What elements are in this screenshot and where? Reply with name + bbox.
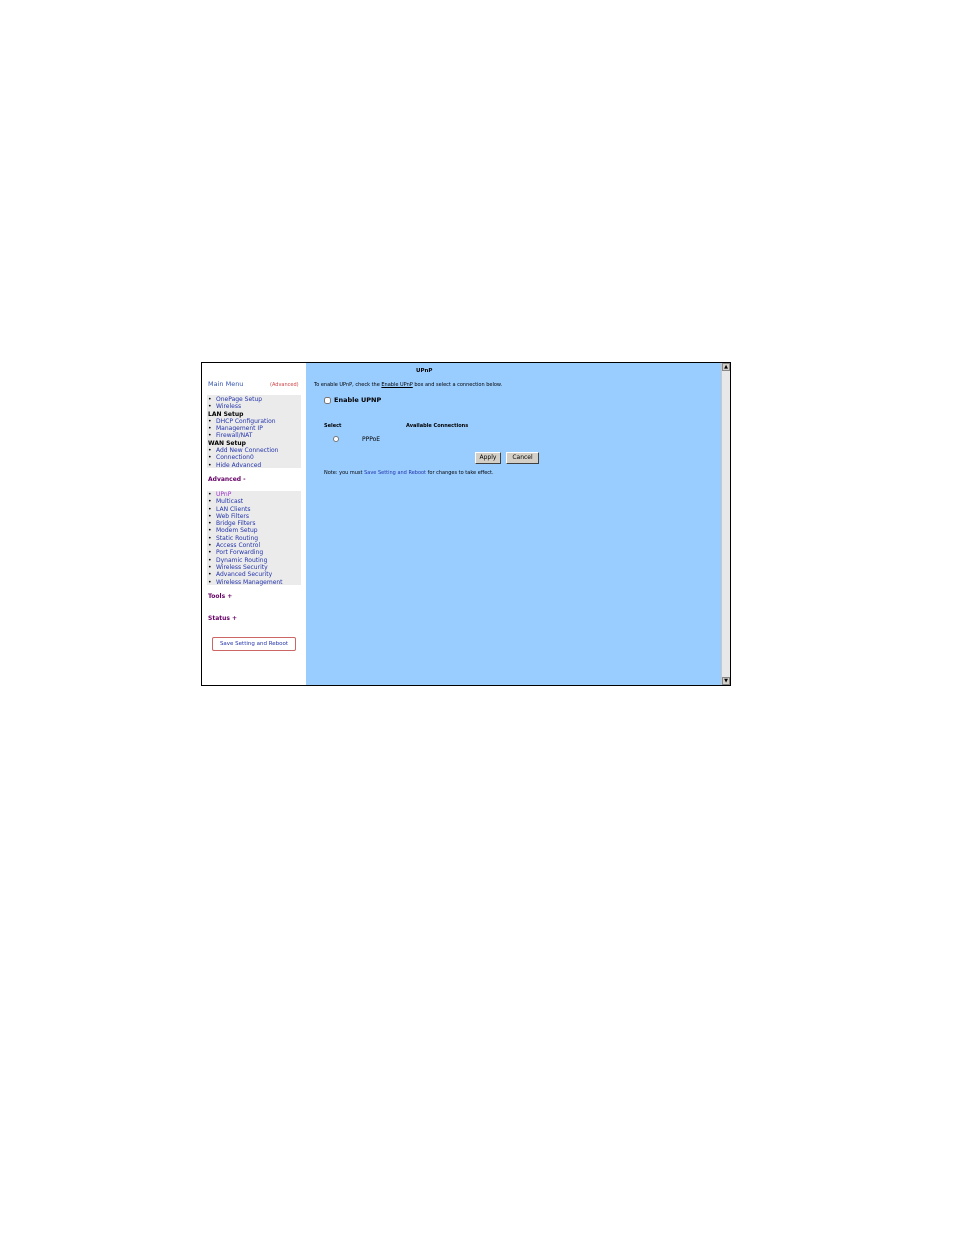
enable-upnp-label: Enable UPNP xyxy=(334,396,382,404)
advanced-link[interactable]: (Advanced) xyxy=(270,382,299,389)
page-title: UPnP xyxy=(416,368,433,374)
sidebar-item-bridge-filters[interactable]: Bridge Filters xyxy=(207,520,283,528)
scroll-up-icon[interactable]: ▲ xyxy=(722,363,730,371)
tools-section-toggle[interactable]: Tools + xyxy=(208,593,232,600)
sidebar-item-access-control[interactable]: Access Control xyxy=(207,542,283,550)
upnp-content-panel: UPnP To enable UPnP, check the Enable UP… xyxy=(306,363,722,685)
note-post: for changes to take effect. xyxy=(426,470,494,476)
sidebar-item-wireless-security[interactable]: Wireless Security xyxy=(207,564,283,572)
pppoe-radio[interactable] xyxy=(333,436,339,442)
sidebar-item-static-routing[interactable]: Static Routing xyxy=(207,535,283,543)
advanced-menu-list: UPnPMulticastLAN ClientsWeb FiltersBridg… xyxy=(207,491,283,586)
status-section-toggle[interactable]: Status + xyxy=(208,615,237,622)
sidebar-item-advanced-security[interactable]: Advanced Security xyxy=(207,571,283,579)
sidebar-item-web-filters[interactable]: Web Filters xyxy=(207,513,283,521)
instructions-text: To enable UPnP, check the Enable UPnP bo… xyxy=(314,382,502,389)
apply-button[interactable]: Apply xyxy=(475,452,501,464)
sidebar-item-multicast[interactable]: Multicast xyxy=(207,498,283,506)
connection-name: PPPoE xyxy=(362,436,381,443)
sidebar-item-firewall-nat[interactable]: Firewall/NAT xyxy=(207,432,278,440)
sidebar-item-wireless[interactable]: Wireless xyxy=(207,403,278,411)
sidebar-item-lan-clients[interactable]: LAN Clients xyxy=(207,506,283,514)
instructions-pre: To enable UPnP, check the xyxy=(314,382,382,388)
main-menu-link[interactable]: Main Menu xyxy=(208,381,243,388)
sidebar: Main Menu (Advanced) OnePage SetupWirele… xyxy=(202,363,306,685)
sidebar-item-dhcp-configuration[interactable]: DHCP Configuration xyxy=(207,418,278,426)
sidebar-item-port-forwarding[interactable]: Port Forwarding xyxy=(207,549,283,557)
advanced-section-toggle[interactable]: Advanced - xyxy=(208,476,246,483)
sidebar-item-onepage-setup[interactable]: OnePage Setup xyxy=(207,396,278,404)
enable-upnp-reference: Enable UPnP xyxy=(381,382,413,388)
sidebar-item-add-new-connection[interactable]: Add New Connection xyxy=(207,447,278,455)
enable-upnp-checkbox[interactable] xyxy=(324,397,331,404)
sidebar-item-hide-advanced[interactable]: Hide Advanced xyxy=(207,462,278,470)
sidebar-item-dynamic-routing[interactable]: Dynamic Routing xyxy=(207,557,283,565)
available-connections-header: Available Connections xyxy=(406,423,469,429)
sidebar-item-connection0[interactable]: Connection0 xyxy=(207,454,278,462)
save-reboot-link[interactable]: Save Setting and Reboot xyxy=(364,470,426,476)
sidebar-item-upnp[interactable]: UPnP xyxy=(207,491,283,499)
browser-frame: Main Menu (Advanced) OnePage SetupWirele… xyxy=(201,362,731,686)
basic-menu-list: OnePage SetupWirelessLAN SetupDHCP Confi… xyxy=(207,396,278,469)
menu-heading: LAN Setup xyxy=(208,410,244,418)
note-text: Note: you must Save Setting and Reboot f… xyxy=(324,470,494,477)
instructions-post: box and select a connection below. xyxy=(412,382,503,388)
menu-heading: WAN Setup xyxy=(208,439,246,447)
vertical-scrollbar[interactable]: ▲ ▼ xyxy=(721,363,730,685)
note-pre: Note: you must xyxy=(324,470,365,476)
sidebar-item-wireless-management[interactable]: Wireless Management xyxy=(207,579,283,587)
scroll-down-icon[interactable]: ▼ xyxy=(722,677,730,685)
save-setting-reboot-button[interactable]: Save Setting and Reboot xyxy=(212,637,296,651)
cancel-button[interactable]: Cancel xyxy=(506,452,539,464)
select-column-header: Select xyxy=(324,423,342,429)
sidebar-item-management-ip[interactable]: Management IP xyxy=(207,425,278,433)
sidebar-item-modem-setup[interactable]: Modem Setup xyxy=(207,527,283,535)
